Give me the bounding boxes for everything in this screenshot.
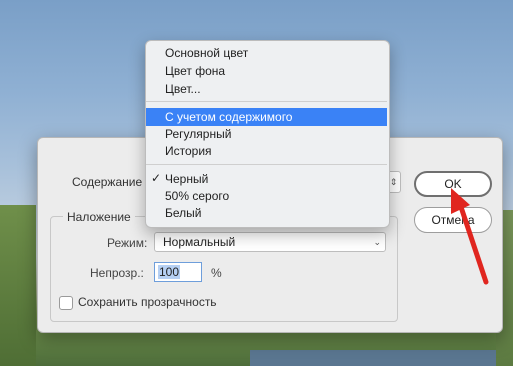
- annotation-arrow-icon: [451, 188, 489, 285]
